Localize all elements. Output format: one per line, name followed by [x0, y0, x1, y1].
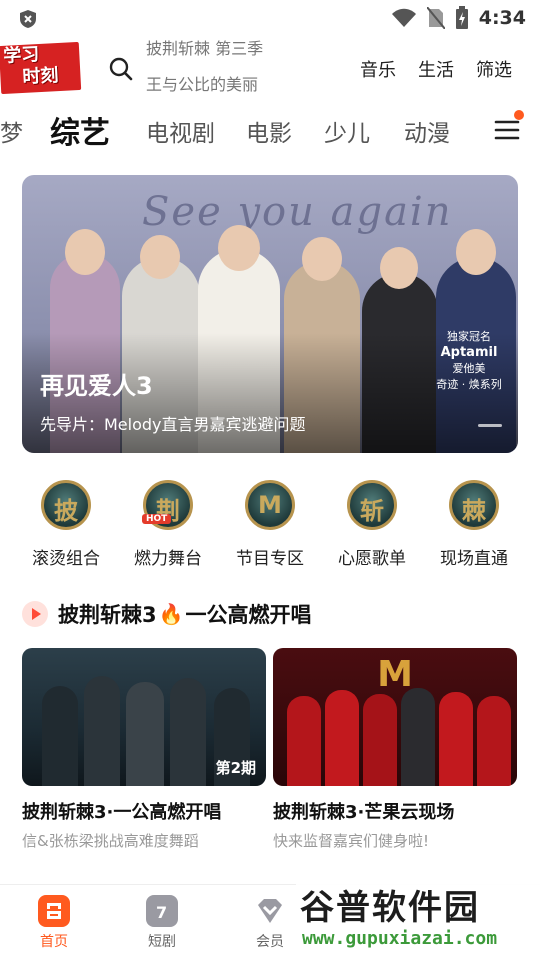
fire-icon: 🔥 [158, 602, 184, 626]
tab-dream[interactable]: 梦 [0, 114, 23, 148]
home-icon [38, 895, 70, 927]
notification-dot [514, 110, 524, 120]
banner-figure-head [380, 247, 418, 289]
section-header[interactable]: 披荆斩棘3 🔥 一公高燃开唱 [22, 598, 312, 630]
video-title: 披荆斩棘3·芒果云现场 [273, 802, 455, 823]
emblem-icon: 棘 [449, 480, 499, 530]
sponsor-brand-cn: 爱他美 [452, 362, 486, 375]
tab-kids[interactable]: 少儿 [324, 114, 370, 148]
quick-entry-stage[interactable]: 荆 HOT 燃力舞台 [118, 480, 218, 569]
life-link[interactable]: 生活 [418, 56, 454, 82]
emblem-icon: M [245, 480, 295, 530]
banner-script-text: See you again [142, 189, 453, 235]
quick-entry-hot-group[interactable]: 披 滚烫组合 [16, 480, 116, 569]
banner-title: 再见爱人3 [40, 372, 153, 400]
tab-anime[interactable]: 动漫 [404, 114, 450, 148]
banner-subtitle: 先导片：Melody直言男嘉宾逃避问题 [40, 415, 306, 434]
episode-badge: 第2期 [215, 759, 256, 777]
banner-figure-head [65, 229, 105, 275]
top-header: 学习 时刻 披荆斩棘 第三季 王与公比的美丽 音乐 生活 筛选 [0, 40, 540, 100]
tab-tv-series[interactable]: 电视剧 [146, 114, 215, 148]
channel-tabs: 梦 综艺 电视剧 电影 少儿 动漫 [0, 106, 540, 154]
video-thumbnail: M [273, 648, 517, 786]
tab-variety[interactable]: 综艺 [50, 108, 110, 152]
tab-movies[interactable]: 电影 [246, 114, 292, 148]
battery-charging-icon [455, 6, 468, 29]
tv-icon: 7 [146, 895, 178, 927]
video-card[interactable]: 第2期 披荆斩棘3·一公高燃开唱 信&张栋梁挑战高难度舞蹈 [22, 648, 266, 851]
section-title-a: 披荆斩棘3 [58, 603, 157, 627]
quick-entry-label: 现场直通 [440, 549, 508, 569]
hero-banner[interactable]: See you again 独家冠名 Aptamil 爱他美 奇迹 · 焕系列 … [22, 175, 518, 453]
carousel-indicator [478, 424, 502, 427]
search-hint-bottom: 王与公比的美丽 [146, 75, 259, 94]
app-logo[interactable]: 学习 时刻 [0, 41, 82, 95]
quick-entry-program-zone[interactable]: M 节目专区 [220, 480, 320, 569]
clock: 4:34 [478, 7, 526, 29]
quick-entry-live[interactable]: 棘 现场直通 [424, 480, 524, 569]
banner-figure-head [140, 235, 180, 279]
watermark-text: 谷普软件园 [300, 888, 480, 928]
video-card[interactable]: M 披荆斩棘3·芒果云现场 快来监督嘉宾们健身啦! [273, 648, 517, 851]
wifi-icon [391, 8, 416, 27]
play-icon [22, 601, 48, 627]
menu-icon[interactable] [494, 118, 520, 142]
quick-entry-label: 滚烫组合 [32, 549, 100, 569]
sponsor-label: 独家冠名 [447, 330, 491, 343]
emblem-icon: 披 [41, 480, 91, 530]
search-input[interactable]: 披荆斩棘 第三季 王与公比的美丽 [146, 40, 306, 96]
nav-label: 短剧 [148, 934, 176, 950]
status-bar: 4:34 [0, 0, 540, 36]
video-title: 披荆斩棘3·一公高燃开唱 [22, 802, 222, 823]
nav-shorts[interactable]: 7 短剧 [122, 895, 202, 951]
quick-entry-label: 燃力舞台 [134, 549, 202, 569]
banner-figure-head [302, 237, 342, 281]
logo-line-2: 时刻 [21, 65, 59, 88]
music-link[interactable]: 音乐 [360, 56, 396, 82]
nav-label: 首页 [40, 934, 68, 950]
quick-entry-label: 节目专区 [236, 549, 304, 569]
sponsor-badge: 独家冠名 Aptamil 爱他美 奇迹 · 焕系列 [434, 329, 504, 393]
video-description: 快来监督嘉宾们健身啦! [273, 832, 430, 850]
header-links: 音乐 生活 筛选 [360, 56, 512, 82]
section-title-b: 一公高燃开唱 [185, 603, 312, 627]
nav-home[interactable]: 首页 [14, 895, 94, 951]
filter-link[interactable]: 筛选 [476, 56, 512, 82]
quick-entry-label: 心愿歌单 [338, 549, 406, 569]
shield-icon [20, 10, 36, 28]
quick-entry-wish-songs[interactable]: 斩 心愿歌单 [322, 480, 422, 569]
watermark-url: www.gupuxiazai.com [302, 928, 498, 949]
sponsor-line: 奇迹 · 焕系列 [436, 378, 502, 391]
no-sim-icon [426, 7, 445, 29]
search-icon[interactable] [108, 56, 134, 82]
video-thumbnail: 第2期 [22, 648, 266, 786]
video-description: 信&张栋梁挑战高难度舞蹈 [22, 832, 199, 850]
banner-figure-head [218, 225, 260, 271]
watermark: 谷普软件园 www.gupuxiazai.com [296, 874, 540, 960]
quick-entries: 披 滚烫组合 荆 HOT 燃力舞台 M 节目专区 斩 心愿歌单 棘 现场直通 [0, 480, 540, 580]
diamond-icon [258, 899, 282, 923]
search-hint-top: 披荆斩棘 第三季 [146, 40, 264, 58]
emblem-icon: 斩 [347, 480, 397, 530]
banner-figure-head [456, 229, 496, 275]
hot-badge: HOT [142, 514, 172, 524]
sponsor-brand: Aptamil [440, 345, 498, 360]
